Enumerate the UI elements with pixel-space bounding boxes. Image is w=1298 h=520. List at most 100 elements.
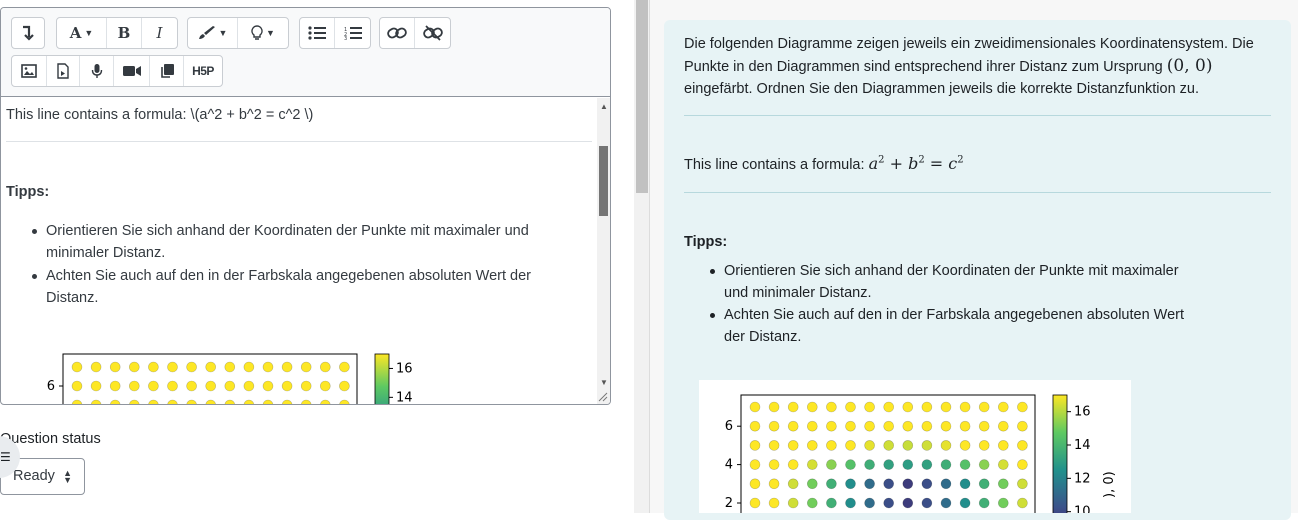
caret-down-icon: ▼ bbox=[218, 28, 228, 38]
scatter-point bbox=[749, 459, 761, 470]
scatter-point bbox=[902, 440, 914, 451]
unlink-button[interactable] bbox=[415, 18, 450, 48]
hint-button[interactable]: ▼ bbox=[238, 18, 288, 48]
bold-button[interactable]: B bbox=[107, 18, 142, 48]
preview-tipps-heading: Tipps: bbox=[684, 234, 728, 250]
scatter-point bbox=[90, 380, 102, 392]
scatter-point bbox=[243, 399, 255, 404]
record-video-button[interactable] bbox=[114, 56, 150, 86]
editor-formula-line: This line contains a formula: \(a^2 + b^… bbox=[6, 107, 314, 123]
svg-text:3: 3 bbox=[344, 36, 347, 40]
colorbar-tick-label: 14 bbox=[396, 390, 413, 405]
y-tick-label: 6 bbox=[47, 379, 55, 394]
editor-scrollbar[interactable]: ▲ ▼ bbox=[597, 98, 610, 404]
colorbar-tick-label: 14 bbox=[1074, 438, 1091, 453]
scatter-point bbox=[959, 459, 971, 470]
scatter-point bbox=[262, 361, 274, 373]
image-icon bbox=[21, 64, 37, 78]
colorbar-tick-label: 16 bbox=[1074, 405, 1091, 420]
scatter-point bbox=[300, 380, 312, 392]
highlight-button[interactable]: ▼ bbox=[188, 18, 238, 48]
manage-files-button[interactable] bbox=[150, 56, 184, 86]
font-size-button[interactable]: A ▼ bbox=[57, 18, 107, 48]
media-button[interactable] bbox=[47, 56, 80, 86]
scatter-point bbox=[940, 420, 952, 432]
scatter-point bbox=[978, 459, 990, 470]
scatter-point bbox=[129, 399, 140, 404]
scatter-point bbox=[864, 478, 875, 490]
scatter-point bbox=[883, 459, 894, 470]
file-media-icon bbox=[57, 63, 69, 79]
scatter-point bbox=[864, 401, 875, 413]
list-item: Achten Sie auch auf den in der Farbskala… bbox=[706, 304, 1206, 348]
scatter-point bbox=[997, 401, 1009, 413]
scatter-point bbox=[883, 401, 894, 413]
scatter-point bbox=[826, 401, 837, 413]
page-scrollbar[interactable] bbox=[634, 0, 650, 513]
scatter-point bbox=[940, 440, 952, 451]
toolbar-group-lists: 1 2 3 bbox=[299, 17, 371, 49]
scroll-up-icon[interactable]: ▲ bbox=[600, 102, 608, 111]
scatter-point bbox=[90, 399, 102, 404]
image-button[interactable] bbox=[12, 56, 47, 86]
scatter-point bbox=[1017, 440, 1028, 451]
scatter-point bbox=[205, 399, 216, 404]
scatter-point bbox=[845, 497, 856, 509]
scatter-point bbox=[902, 478, 914, 490]
scatter-point bbox=[205, 380, 216, 392]
scatter-point bbox=[826, 459, 837, 470]
y-tick-label: 2 bbox=[725, 496, 733, 511]
copy-files-icon bbox=[160, 64, 174, 78]
italic-button[interactable]: I bbox=[142, 18, 177, 48]
scatter-point bbox=[883, 497, 894, 509]
plot-frame bbox=[62, 353, 358, 404]
scatter-point bbox=[959, 420, 971, 432]
scatter-point bbox=[749, 497, 761, 509]
scatter-point bbox=[940, 401, 952, 413]
scatter-point bbox=[71, 361, 83, 373]
scatter-point bbox=[807, 401, 818, 413]
toolbar-group-format: A ▼ B I bbox=[56, 17, 178, 49]
scroll-down-icon[interactable]: ▼ bbox=[600, 378, 608, 387]
scatter-point bbox=[281, 361, 293, 373]
scatter-point bbox=[186, 361, 197, 373]
scatter-point bbox=[339, 361, 350, 373]
editor-scroll-thumb[interactable] bbox=[599, 146, 608, 216]
h5p-button[interactable]: H5P bbox=[184, 56, 222, 86]
scatter-point bbox=[109, 380, 121, 392]
resize-handle-icon[interactable] bbox=[598, 392, 608, 402]
scatter-point bbox=[148, 399, 159, 404]
editor-tips-list: Orientieren Sie sich anhand der Koordina… bbox=[28, 220, 568, 310]
microphone-icon bbox=[91, 64, 102, 78]
scatter-point bbox=[90, 361, 102, 373]
scatter-point bbox=[224, 361, 236, 373]
caret-down-icon: ▼ bbox=[84, 28, 94, 38]
scatter-point bbox=[807, 420, 818, 432]
toolbar-group-media: H5P bbox=[11, 55, 223, 87]
scatter-point bbox=[921, 420, 933, 432]
scatter-point bbox=[997, 497, 1009, 509]
record-audio-button[interactable] bbox=[80, 56, 114, 86]
scatter-point bbox=[787, 478, 799, 490]
numbered-list-button[interactable]: 1 2 3 bbox=[335, 18, 370, 48]
scatter-point bbox=[768, 420, 780, 432]
editor-tipps-heading: Tipps: bbox=[6, 184, 50, 200]
collapse-toolbar-button[interactable] bbox=[12, 18, 44, 48]
scatter-point bbox=[845, 420, 856, 432]
editor-content[interactable]: This line contains a formula: \(a^2 + b^… bbox=[1, 98, 597, 405]
scatter-point bbox=[129, 380, 140, 392]
scatter-point bbox=[787, 401, 799, 413]
page-scroll-thumb[interactable] bbox=[636, 0, 648, 193]
bullet-list-button[interactable] bbox=[300, 18, 335, 48]
scatter-point bbox=[787, 497, 799, 509]
scatter-point bbox=[845, 459, 856, 470]
scatter-point bbox=[807, 497, 818, 509]
scatter-point bbox=[243, 380, 255, 392]
scatter-point bbox=[167, 399, 178, 404]
link-button[interactable] bbox=[380, 18, 415, 48]
list-item: Orientieren Sie sich anhand der Koordina… bbox=[28, 220, 568, 264]
scatter-point bbox=[281, 399, 293, 404]
scatter-point bbox=[959, 497, 971, 509]
scatter-point bbox=[959, 401, 971, 413]
preview-scatter-chart: 6 4 2 16 14 12 10), 0) bbox=[699, 380, 1131, 513]
